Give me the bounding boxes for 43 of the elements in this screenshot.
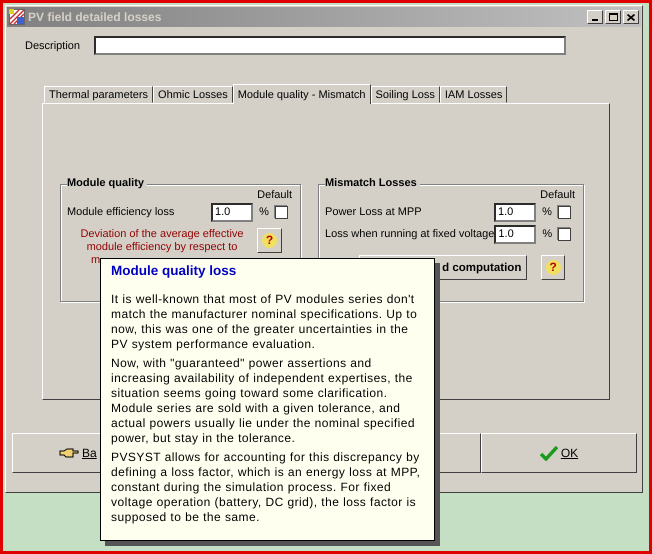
value-field[interactable]: 1.0 [494,202,536,222]
tab[interactable]: Thermal parameters [44,86,154,103]
field-label: Loss when running at fixed voltage [325,228,494,240]
unit-label: % [258,206,270,218]
minimize-icon [592,19,598,21]
default-checkbox[interactable] [275,206,288,218]
tooltip-title: Module quality loss [111,263,238,278]
tab[interactable]: Module quality - Mismatch [232,84,371,104]
field-label: Module efficiency loss [67,206,176,218]
unit-label: % [541,228,554,240]
default-label: Default [539,189,576,201]
group-title: Mismatch Losses [325,177,420,189]
ok-button[interactable]: OK [481,433,637,473]
tab[interactable]: IAM Losses [440,86,508,103]
maximize-button[interactable] [605,10,621,24]
note-text: m [90,254,102,267]
minimize-button[interactable] [587,10,603,24]
field-label: Power Loss at MPP [325,206,423,218]
description-label: Description [25,40,80,52]
help-button[interactable]: ? [257,228,282,253]
default-checkbox[interactable] [558,228,571,240]
tab[interactable]: Ohmic Losses [153,86,233,103]
close-icon [627,14,635,20]
close-button[interactable] [623,10,639,24]
checkmark-icon [540,445,558,461]
default-label: Default [256,189,293,201]
maximize-icon [608,13,618,21]
description-field[interactable] [94,36,566,55]
group-title: Module quality [67,177,147,189]
tooltip-text: PVSYST allows for accounting for this discrepancy by defining a loss factor, which is an energy loss at MPP, constant during the simulation process. For fixed voltage operation (battery, DC grid), the loss factor is supposed to be the same. [111,450,422,525]
window-title: PV field detailed losses [28,10,162,24]
tooltip-text: Now, with "guaranteed" power assertions and increasing availability of independent expertises, the situation seems going toward some clarification. Module series are sold with a given tolerance, and actual powers usually lie under the nominal specified power, but stay in the tolerance. [111,356,416,446]
tooltip-text: It is well-known that most of PV modules series don't match the manufacturer nominal specifications. Up to now, this was one of the greater uncertainties in the PV system performance evaluation. [111,292,418,352]
tab[interactable]: Soiling Loss [370,86,440,103]
app-icon [9,9,25,25]
help-button[interactable]: ? [541,255,565,280]
value-field[interactable]: 1.0 [494,224,536,244]
pointing-hand-icon [59,447,79,459]
unit-label: % [541,206,553,218]
note-text: module efficiency by respect to [86,241,238,254]
value-field[interactable]: 1.0 [211,202,253,222]
note-text: Deviation of the average effective [79,228,245,241]
default-checkbox[interactable] [558,206,571,218]
